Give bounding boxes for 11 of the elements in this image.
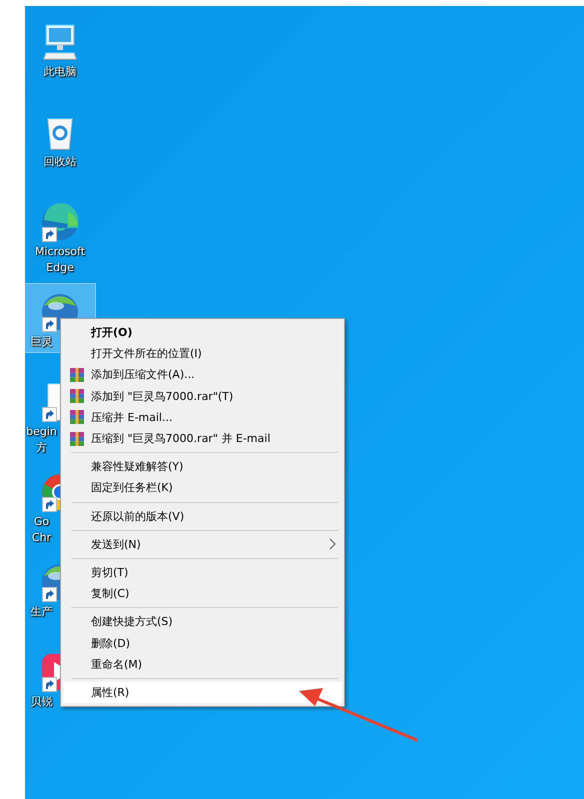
icon-label: begin [25, 424, 58, 440]
icon-label: 此电脑 [44, 64, 76, 80]
icon-label: Go [32, 514, 50, 530]
icon-label: 回收站 [44, 154, 76, 170]
icon-label: Microsoft [34, 244, 86, 260]
icon-label: Edge [46, 260, 74, 276]
icon-label: 方 [35, 440, 48, 456]
icon-label: 生产 [30, 604, 54, 620]
icon-label: Chr [30, 530, 52, 546]
icon-label: 巨灵 [30, 334, 54, 350]
icon-label: 贝锐 [30, 694, 54, 710]
